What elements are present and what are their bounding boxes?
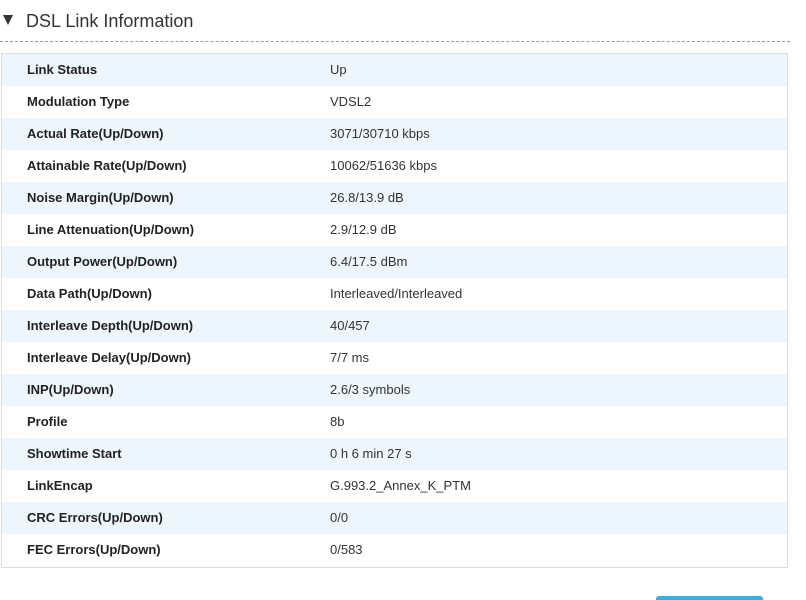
row-label: Noise Margin(Up/Down): [27, 190, 174, 205]
row-value: 26.8/13.9 dB: [330, 190, 404, 205]
row-value: 2.6/3 symbols: [330, 382, 411, 397]
row-label: INP(Up/Down): [27, 382, 114, 397]
table-row: INP(Up/Down) 2.6/3 symbols: [2, 374, 787, 406]
row-label: Modulation Type: [27, 94, 130, 109]
row-value: Interleaved/Interleaved: [330, 286, 463, 301]
row-label: Attainable Rate(Up/Down): [27, 158, 187, 173]
row-value: 40/457: [330, 318, 370, 333]
row-label: Interleave Delay(Up/Down): [27, 350, 191, 365]
row-label: Data Path(Up/Down): [27, 286, 152, 301]
table-row: Output Power(Up/Down) 6.4/17.5 dBm: [2, 246, 787, 278]
table-row: Link Status Up: [2, 54, 787, 86]
row-label: Showtime Start: [27, 446, 122, 461]
row-value: 2.9/12.9 dB: [330, 222, 397, 237]
row-value: G.993.2_Annex_K_PTM: [330, 478, 471, 493]
table-row: Line Attenuation(Up/Down) 2.9/12.9 dB: [2, 214, 787, 246]
row-value: 6.4/17.5 dBm: [330, 254, 408, 269]
table-row: Noise Margin(Up/Down) 26.8/13.9 dB: [2, 182, 787, 214]
row-label: Actual Rate(Up/Down): [27, 126, 164, 141]
table-row: Modulation Type VDSL2: [2, 86, 787, 118]
table-row: LinkEncap G.993.2_Annex_K_PTM: [2, 470, 787, 502]
row-label: Line Attenuation(Up/Down): [27, 222, 195, 237]
row-value: 3071/30710 kbps: [330, 126, 430, 141]
action-button[interactable]: [656, 596, 763, 600]
row-label: Link Status: [27, 62, 98, 77]
row-value: Up: [330, 62, 347, 77]
row-value: 8b: [330, 414, 345, 429]
row-label: CRC Errors(Up/Down): [27, 510, 163, 525]
row-value: 0 h 6 min 27 s: [330, 446, 412, 461]
row-value: 0/583: [330, 542, 363, 557]
table-row: Data Path(Up/Down) Interleaved/Interleav…: [2, 278, 787, 310]
row-value: 0/0: [330, 510, 349, 525]
row-value: VDSL2: [330, 94, 372, 109]
table-row: Showtime Start 0 h 6 min 27 s: [2, 438, 787, 470]
section-title: DSL Link Information: [26, 11, 194, 31]
caret-down-icon[interactable]: [3, 15, 13, 25]
row-value: 7/7 ms: [330, 350, 370, 365]
section-header-dsl-link-information[interactable]: DSL Link Information: [0, 0, 790, 42]
table-row: CRC Errors(Up/Down) 0/0: [2, 502, 787, 534]
table-row: Actual Rate(Up/Down) 3071/30710 kbps: [2, 118, 787, 150]
table-row: Profile 8b: [2, 406, 787, 438]
table-row: Interleave Depth(Up/Down) 40/457: [2, 310, 787, 342]
row-label: Profile: [27, 414, 68, 429]
table-row: Attainable Rate(Up/Down) 10062/51636 kbp…: [2, 150, 787, 182]
table-row: Interleave Delay(Up/Down) 7/7 ms: [2, 342, 787, 374]
row-label: LinkEncap: [27, 478, 93, 493]
row-label: Interleave Depth(Up/Down): [27, 318, 194, 333]
row-label: FEC Errors(Up/Down): [27, 542, 161, 557]
table-row: FEC Errors(Up/Down) 0/583: [2, 534, 787, 566]
row-label: Output Power(Up/Down): [27, 254, 178, 269]
dsl-info-table: Link Status Up Modulation Type VDSL2 Act…: [1, 53, 788, 568]
row-value: 10062/51636 kbps: [330, 158, 437, 173]
dsl-status-page: DSL Link Information Link Status Up Modu…: [0, 0, 806, 600]
